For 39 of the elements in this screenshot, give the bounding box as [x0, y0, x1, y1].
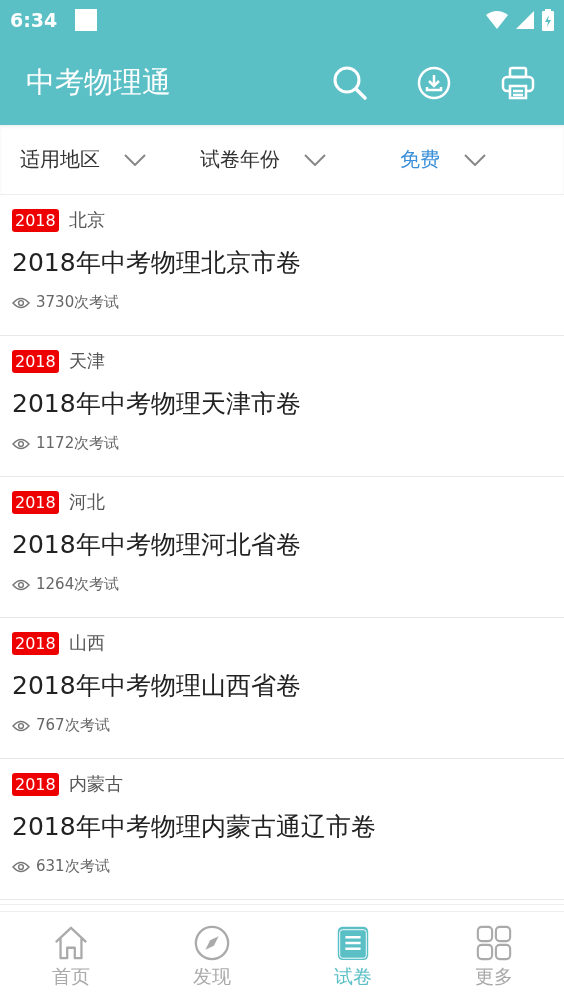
paper-title[interactable]: 2018年中考物理内蒙古通辽市卷 [12, 810, 552, 843]
eye-icon [12, 437, 30, 450]
paper-title[interactable]: 2018年中考物理河北省卷 [12, 528, 552, 561]
wifi-icon [486, 11, 508, 29]
status-time: 6:34 [10, 9, 58, 31]
compass-icon [192, 924, 231, 962]
year-tag: 2018 [12, 772, 59, 796]
eye-icon [12, 860, 30, 873]
paper-title[interactable]: 2018年中考物理山西省卷 [12, 669, 552, 702]
region-label: 河北 [68, 490, 105, 514]
region-label: 内蒙古 [68, 772, 123, 796]
paper-title[interactable]: 2018年中考物理北京市卷 [12, 246, 552, 279]
year-tag: 2018 [12, 349, 59, 373]
eye-icon [12, 578, 30, 591]
signal-icon [516, 11, 534, 29]
battery-icon [542, 9, 554, 31]
attempt-count: 3730次考试 [36, 293, 120, 312]
attempt-count: 1172次考试 [36, 434, 120, 453]
attempt-count: 631次考试 [36, 857, 110, 876]
filter-dropdown[interactable]: 试卷年份 [200, 146, 326, 173]
filter-dropdown[interactable]: 免费 [400, 146, 486, 173]
chevron-down-icon [124, 153, 146, 166]
eye-icon [12, 296, 30, 309]
year-tag: 2018 [12, 208, 59, 232]
chevron-down-icon [464, 153, 486, 166]
attempt-count: 767次考试 [36, 716, 110, 735]
grid-icon [474, 924, 513, 962]
attempt-count: 1264次考试 [36, 575, 120, 594]
region-label: 天津 [68, 349, 105, 373]
year-tag: 2018 [12, 631, 59, 655]
region-label: 山西 [68, 631, 105, 655]
region-label: 北京 [68, 208, 105, 232]
paper-title[interactable]: 2018年中考物理天津市卷 [12, 387, 552, 420]
eye-icon [12, 719, 30, 732]
filter-dropdown[interactable]: 适用地区 [20, 146, 146, 173]
notification-icon [75, 9, 98, 31]
year-tag: 2018 [12, 490, 59, 514]
chevron-down-icon [304, 153, 326, 166]
app-title: 中考物理通 [26, 63, 172, 101]
